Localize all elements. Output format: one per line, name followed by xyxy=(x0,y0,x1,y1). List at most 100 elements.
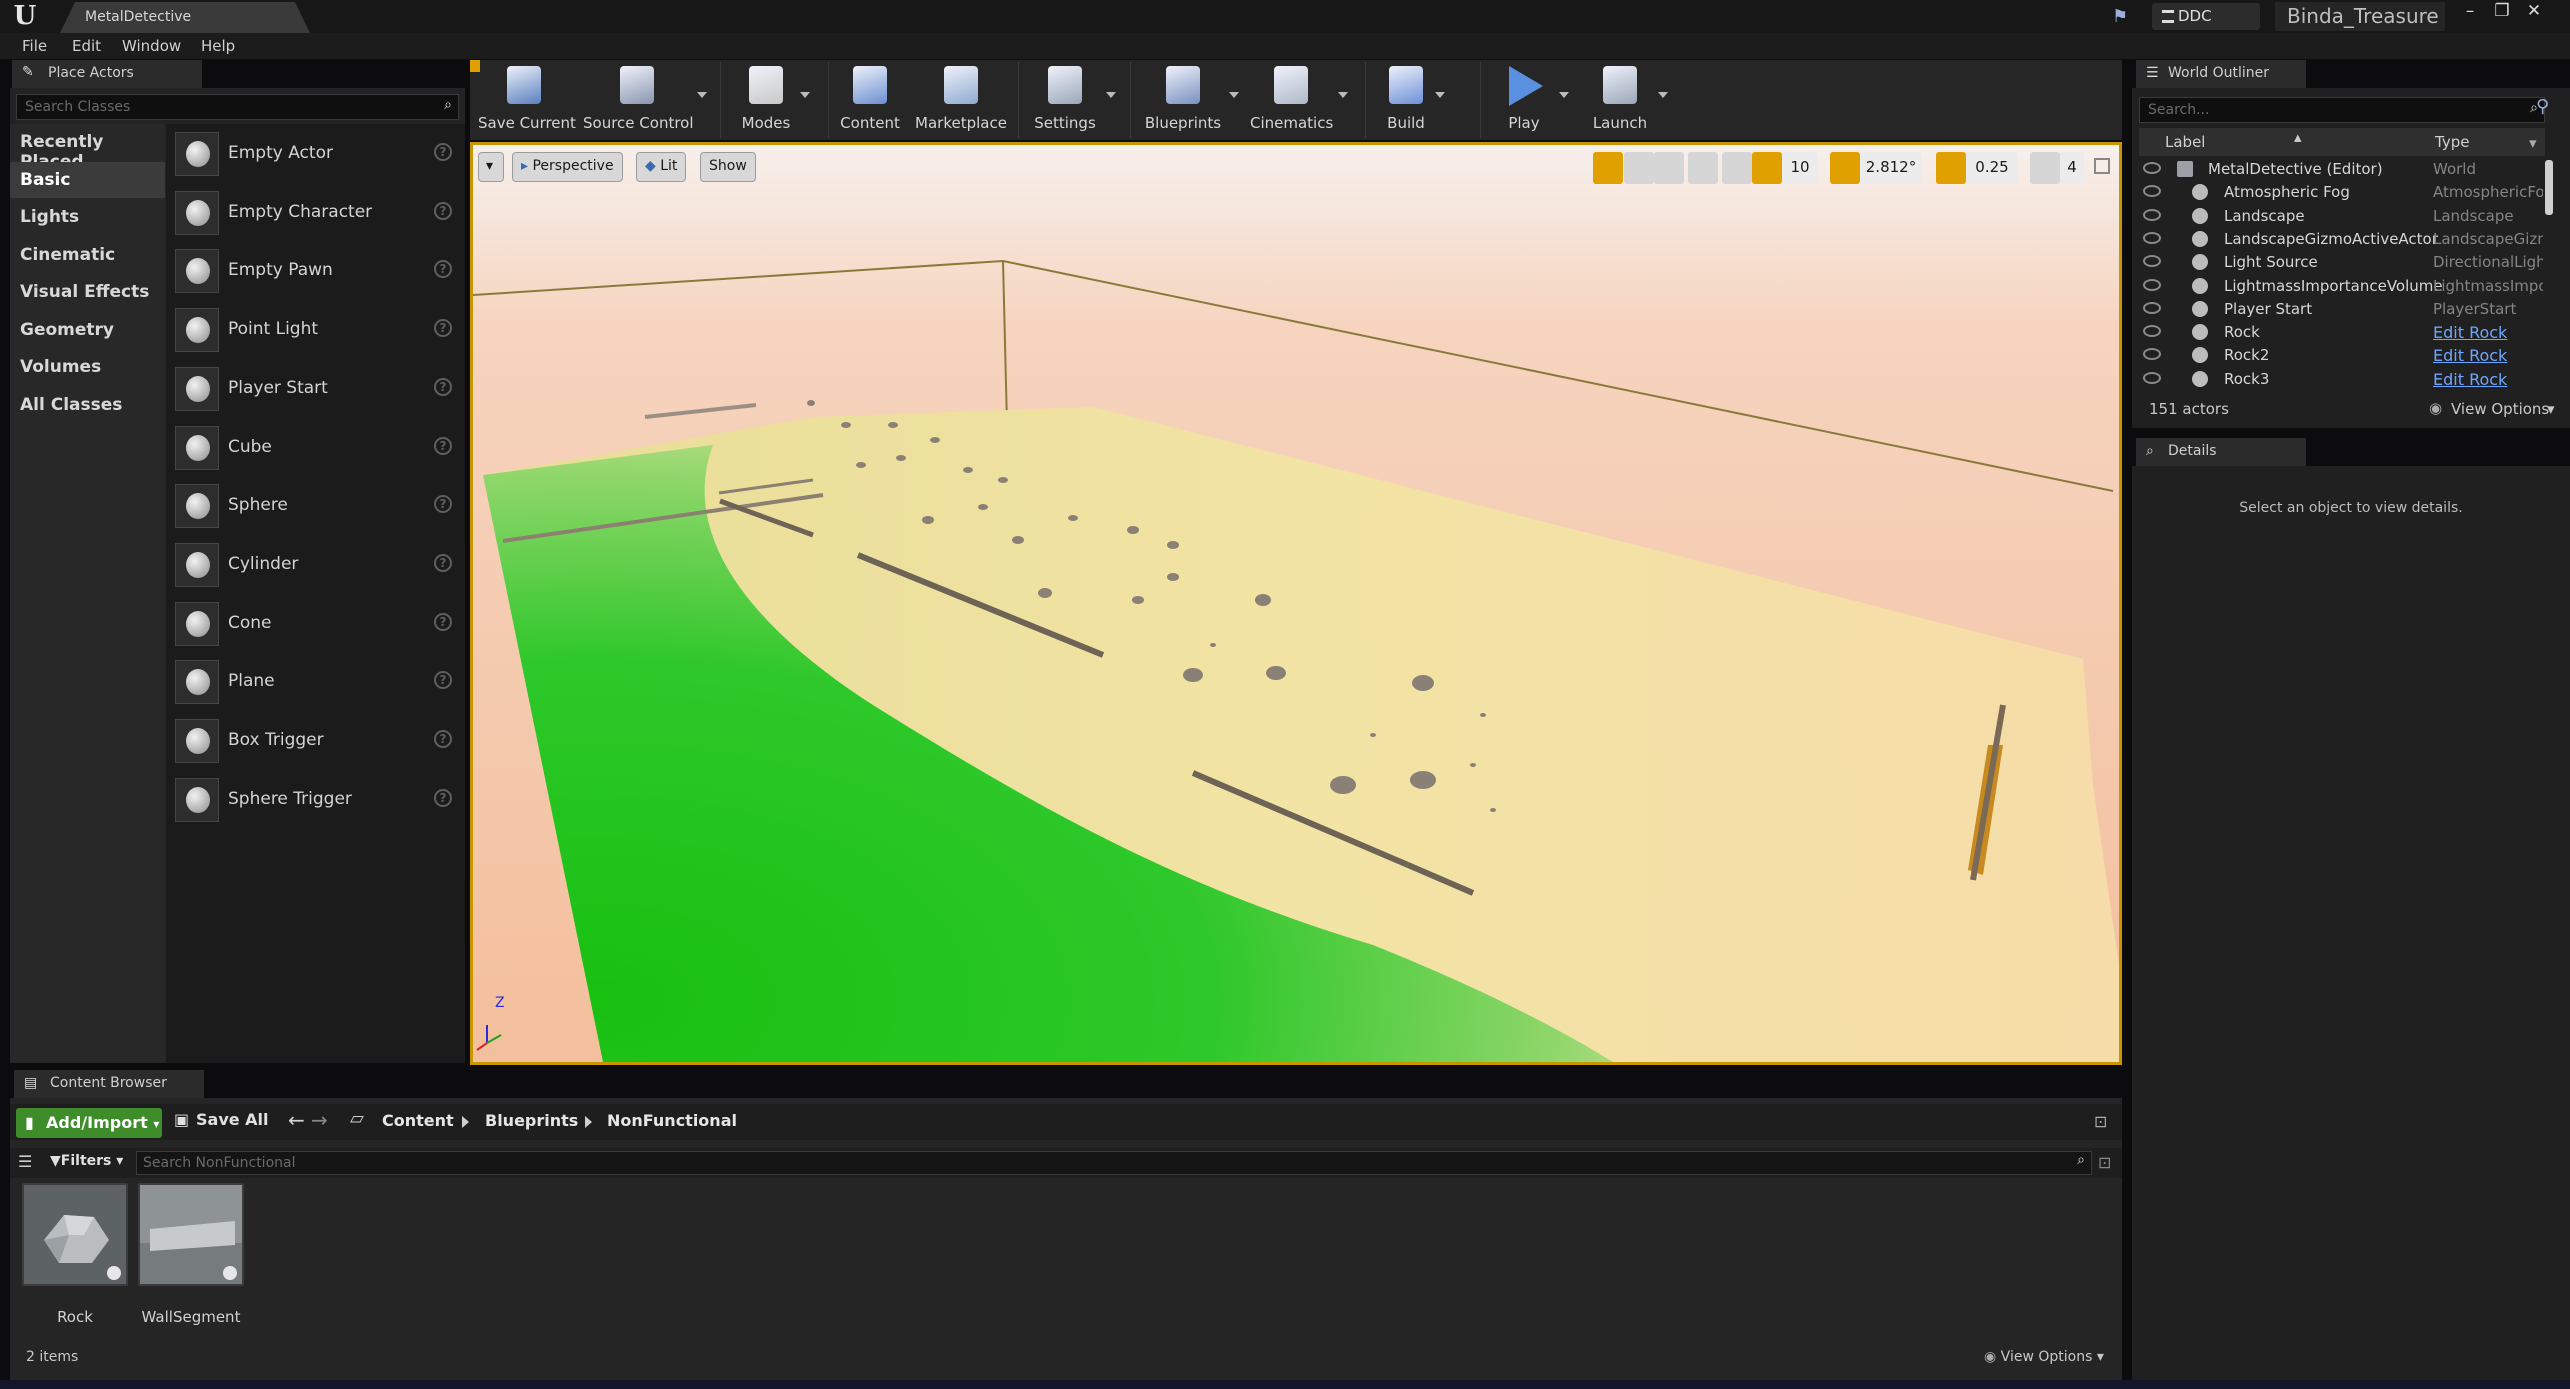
place-actors-tab[interactable]: ✎ Place Actors xyxy=(12,60,202,88)
category-lights[interactable]: Lights xyxy=(10,199,165,235)
outliner-row[interactable]: Rock Edit Rock xyxy=(2139,321,2545,344)
document-tab[interactable]: MetalDetective xyxy=(60,2,310,33)
outliner-scrollbar[interactable] xyxy=(2545,160,2553,215)
actor-item[interactable]: Cylinder? xyxy=(172,540,462,592)
visibility-eye-icon[interactable] xyxy=(2143,162,2161,174)
toolbar-source-control-button[interactable]: Source Control xyxy=(583,64,694,136)
breadcrumb-blueprints[interactable]: Blueprints xyxy=(485,1111,578,1130)
menu-edit[interactable]: Edit xyxy=(72,37,101,55)
scale-snap-value[interactable]: 0.25 xyxy=(1966,152,2018,184)
rotation-snap-value[interactable]: 2.812° xyxy=(1860,152,1922,184)
camera-speed-value[interactable]: 4 xyxy=(2060,152,2084,184)
actor-item[interactable]: Empty Actor? xyxy=(172,129,462,181)
lit-button[interactable]: ◆ Lit xyxy=(636,152,687,182)
perspective-button[interactable]: ▸ Perspective xyxy=(512,152,623,182)
chevron-down-icon[interactable] xyxy=(800,92,810,98)
actor-item[interactable]: Empty Pawn? xyxy=(172,246,462,298)
toolbar-play-button[interactable]: Play xyxy=(1495,64,1553,136)
outliner-row[interactable]: Player Start PlayerStart xyxy=(2139,298,2545,321)
restore-icon[interactable]: ❐ xyxy=(2486,0,2518,26)
actor-item[interactable]: Plane? xyxy=(172,657,462,709)
help-icon[interactable]: ? xyxy=(434,319,452,338)
edit-blueprint-link[interactable]: Edit Rock xyxy=(2433,346,2543,365)
add-filter-icon[interactable]: ⚲ xyxy=(2536,96,2549,117)
maximize-viewport-icon[interactable] xyxy=(2094,158,2110,174)
visibility-eye-icon[interactable] xyxy=(2143,301,2161,314)
help-icon[interactable]: ? xyxy=(434,436,452,455)
help-icon[interactable]: ? xyxy=(434,377,452,396)
search-classes-input[interactable]: Search Classes ⌕ xyxy=(16,94,459,120)
outliner-row[interactable]: Landscape Landscape xyxy=(2139,205,2545,228)
rotate-tool-icon[interactable] xyxy=(1624,152,1654,184)
outliner-row[interactable]: Light Source DirectionalLight xyxy=(2139,251,2545,274)
outliner-row[interactable]: Atmospheric Fog AtmosphericFog xyxy=(2139,181,2545,204)
outliner-row[interactable]: Rock3 Edit Rock xyxy=(2139,368,2545,391)
category-recently-placed[interactable]: Recently Placed xyxy=(10,124,165,172)
label-column-header[interactable]: Label xyxy=(2165,133,2205,151)
help-icon[interactable]: ? xyxy=(434,671,452,690)
outliner-search-input[interactable]: Search... ⌕ xyxy=(2139,97,2545,123)
world-local-icon[interactable] xyxy=(1688,152,1718,184)
category-cinematic[interactable]: Cinematic xyxy=(10,237,165,273)
edit-blueprint-link[interactable]: Edit Rock xyxy=(2433,323,2543,342)
menu-window[interactable]: Window xyxy=(122,37,181,55)
help-icon[interactable]: ? xyxy=(434,143,452,161)
toolbar-launch-button[interactable]: Launch xyxy=(1588,64,1652,136)
search-icon[interactable]: ⌕ xyxy=(444,97,452,113)
category-basic[interactable]: Basic xyxy=(10,161,165,198)
actor-item[interactable]: Sphere? xyxy=(172,481,462,533)
scale-tool-icon[interactable] xyxy=(1654,152,1684,184)
actor-item[interactable]: Cone? xyxy=(172,599,462,651)
rotation-snap-icon[interactable] xyxy=(1830,152,1860,184)
chevron-down-icon[interactable] xyxy=(1559,92,1569,98)
menu-file[interactable]: File xyxy=(22,37,47,55)
actor-item[interactable]: Player Start? xyxy=(172,364,462,416)
grid-snap-value[interactable]: 10 xyxy=(1782,152,1818,184)
toolbar-blueprints-button[interactable]: Blueprints xyxy=(1143,64,1223,136)
camera-speed-icon[interactable] xyxy=(2030,152,2060,184)
actor-item[interactable]: Cube? xyxy=(172,423,462,475)
surface-snap-icon[interactable] xyxy=(1722,152,1752,184)
toolbar-cinematics-button[interactable]: Cinematics xyxy=(1250,64,1333,136)
chevron-down-icon[interactable] xyxy=(1658,92,1668,98)
level-viewport[interactable]: Z xyxy=(470,142,2122,1065)
grid-snap-icon[interactable] xyxy=(1752,152,1782,184)
visibility-eye-icon[interactable] xyxy=(2143,208,2161,221)
breadcrumb-separator-icon[interactable] xyxy=(585,1116,592,1128)
back-arrow-icon[interactable]: ← xyxy=(288,1108,305,1132)
ddc-button[interactable]: DDC xyxy=(2152,3,2260,30)
world-outliner-tab[interactable]: ☰ World Outliner xyxy=(2136,60,2306,88)
chevron-down-icon[interactable] xyxy=(1229,92,1239,98)
actor-item[interactable]: Box Trigger? xyxy=(172,716,462,768)
visibility-eye-icon[interactable] xyxy=(2143,255,2161,268)
filters-button[interactable]: ▼Filters ▾ xyxy=(50,1153,123,1169)
breadcrumb-content[interactable]: Content xyxy=(382,1111,454,1130)
outliner-row[interactable]: LightmassImportanceVolume LightmassImpo xyxy=(2139,275,2545,298)
toolbar-modes-button[interactable]: Modes xyxy=(738,64,794,136)
help-icon[interactable]: ? xyxy=(434,788,452,807)
help-icon[interactable]: ? xyxy=(434,495,452,514)
breadcrumb-separator-icon[interactable] xyxy=(462,1116,469,1128)
toolbar-marketplace-button[interactable]: Marketplace xyxy=(915,64,1007,136)
outliner-row[interactable]: MetalDetective (Editor) World xyxy=(2139,158,2545,181)
actor-item[interactable]: Empty Character? xyxy=(172,188,462,240)
edit-blueprint-link[interactable]: Edit Rock xyxy=(2433,370,2543,389)
chevron-down-icon[interactable] xyxy=(1106,92,1116,98)
visibility-eye-icon[interactable] xyxy=(2143,325,2161,338)
category-volumes[interactable]: Volumes xyxy=(10,349,165,385)
minimize-icon[interactable]: – xyxy=(2454,0,2486,26)
visibility-eye-icon[interactable] xyxy=(2143,278,2161,291)
actor-item[interactable]: Point Light? xyxy=(172,305,462,357)
toolbar-build-button[interactable]: Build xyxy=(1383,64,1429,136)
type-column-header[interactable]: Type xyxy=(2435,133,2469,151)
visibility-eye-icon[interactable] xyxy=(2143,185,2161,198)
chevron-down-icon[interactable] xyxy=(1338,92,1348,98)
sources-toggle-icon[interactable]: ☰ xyxy=(18,1152,32,1171)
breadcrumb-nonfunctional[interactable]: NonFunctional xyxy=(607,1111,737,1130)
toolbar-content-button[interactable]: Content xyxy=(838,64,902,136)
viewport-scene[interactable] xyxy=(473,145,2119,1062)
help-icon[interactable]: ? xyxy=(434,730,452,748)
search-icon[interactable]: ⌕ xyxy=(2077,1152,2085,1168)
save-all-button[interactable]: ▣ Save All xyxy=(174,1110,269,1129)
help-icon[interactable]: ? xyxy=(434,612,452,631)
